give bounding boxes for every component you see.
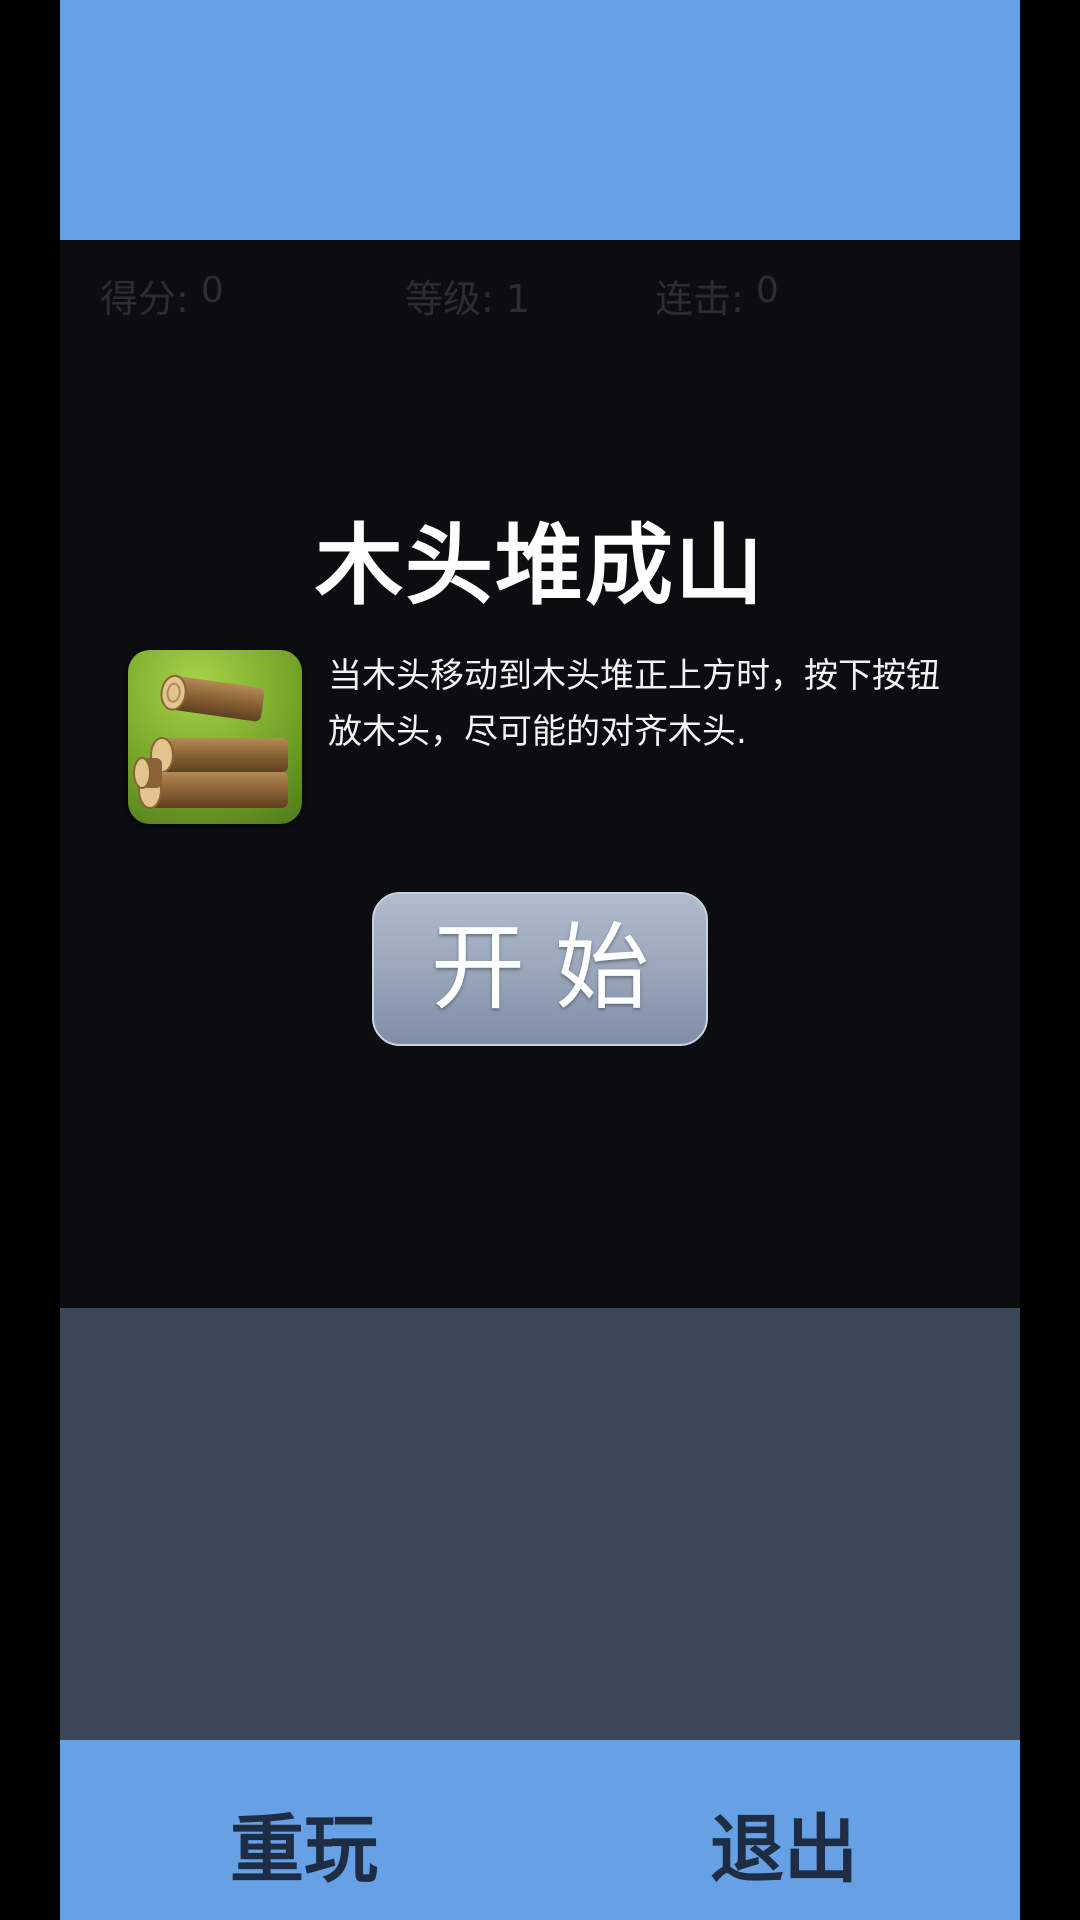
score-display: 得分: 0: [100, 268, 224, 323]
level-display: 等级: 1: [405, 268, 530, 323]
log-pile-icon: [128, 650, 302, 824]
start-button[interactable]: 开始: [372, 892, 708, 1046]
score-value: 0: [200, 270, 224, 311]
combo-value: 0: [755, 270, 779, 311]
exit-button[interactable]: 退出: [710, 1790, 858, 1897]
score-label: 得分:: [100, 277, 189, 321]
game-title: 木头堆成山: [314, 514, 765, 617]
combo-display: 连击: 0: [655, 268, 779, 323]
instructions-text: 当木头移动到木头堆正上方时，按下按钮放木头，尽可能的对齐木头.: [328, 656, 940, 752]
top-banner: [60, 0, 1020, 240]
level-label: 等级:: [405, 277, 494, 321]
level-value: 1: [505, 277, 531, 321]
combo-label: 连击:: [655, 277, 744, 321]
control-panel[interactable]: [60, 1308, 1020, 1740]
bottom-bar: [60, 1740, 1020, 1920]
replay-button[interactable]: 重玩: [230, 1790, 378, 1897]
game-screen: 得分: 0 等级: 1 连击: 0 木头堆成山 当木头移动到木头堆正上方时，按下…: [60, 0, 1020, 1920]
